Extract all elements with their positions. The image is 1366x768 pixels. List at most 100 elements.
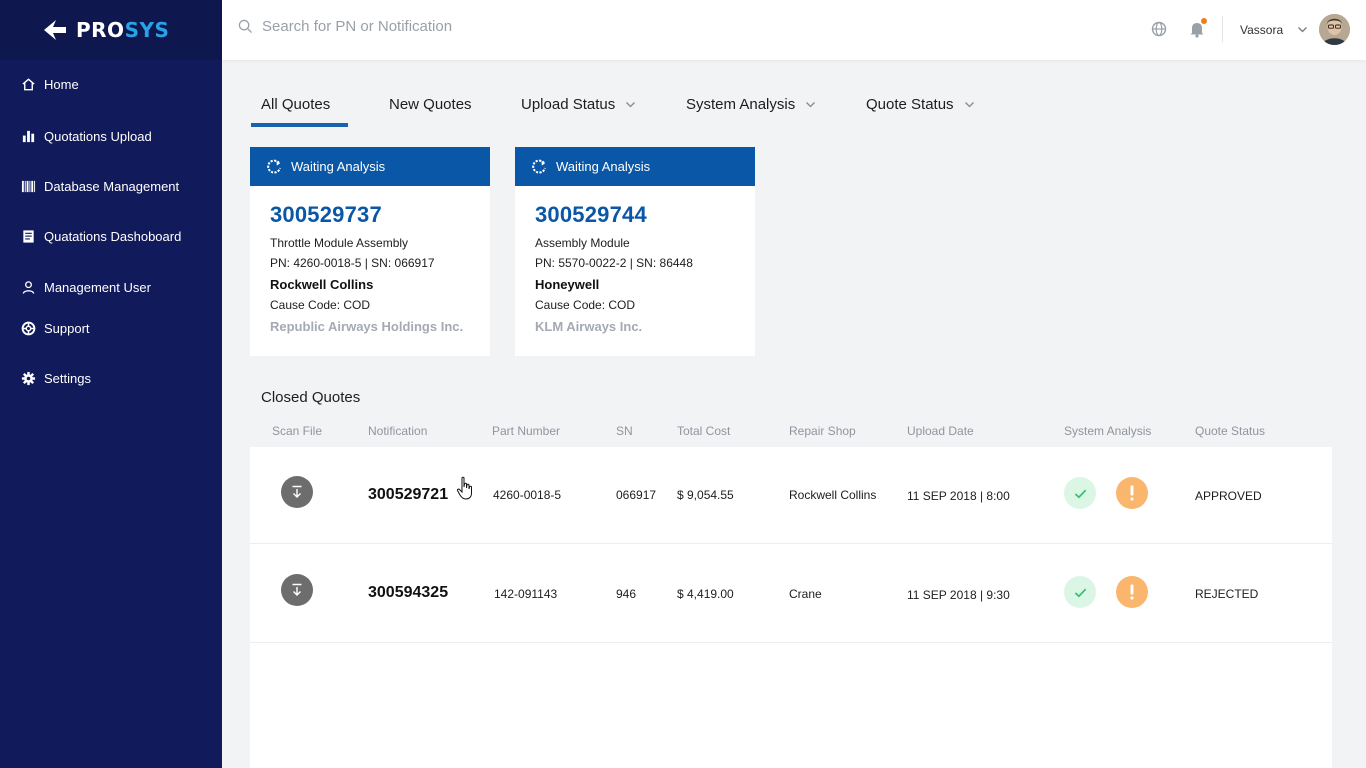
globe-icon[interactable] bbox=[1151, 21, 1167, 37]
card-notification-number[interactable]: 300529737 bbox=[270, 202, 490, 230]
user-name[interactable]: Vassora bbox=[1240, 23, 1283, 37]
check-icon bbox=[1074, 588, 1086, 597]
sidebar-item-database-management[interactable]: Database Management bbox=[0, 170, 222, 202]
sidebar-item-label: Database Management bbox=[44, 178, 180, 194]
tab-label: System Analysis bbox=[686, 96, 796, 113]
bar-chart-icon bbox=[20, 128, 36, 144]
download-icon bbox=[292, 485, 302, 498]
row-upload-date: 11 SEP 2018 | 9:30 bbox=[907, 588, 1010, 602]
row-sn: 946 bbox=[616, 587, 637, 601]
document-icon bbox=[20, 228, 36, 244]
card-notification-number[interactable]: 300529744 bbox=[535, 202, 755, 230]
sidebar-item-management-user[interactable]: Management User bbox=[0, 271, 222, 303]
column-header-notification: Notification bbox=[368, 424, 428, 438]
exclamation-icon bbox=[1130, 485, 1134, 501]
analysis-ok-badge[interactable] bbox=[1064, 576, 1096, 608]
chevron-down-icon bbox=[626, 102, 636, 108]
divider bbox=[1222, 16, 1223, 42]
card-pn-sn: PN: 5570-0022-2 | SN: 86448 bbox=[535, 256, 693, 270]
chevron-down-icon bbox=[806, 102, 816, 108]
sidebar: PROSYS Home Quotations Upload Database M… bbox=[0, 0, 222, 768]
sidebar-item-settings[interactable]: Settings bbox=[0, 362, 222, 394]
row-notification[interactable]: 300594325 bbox=[368, 584, 448, 602]
card-status-header: Waiting Analysis bbox=[515, 147, 755, 186]
refresh-icon bbox=[267, 159, 281, 174]
card-status: Waiting Analysis bbox=[291, 159, 386, 174]
download-icon bbox=[292, 583, 302, 596]
quote-card[interactable]: Waiting Analysis 300529737 Throttle Modu… bbox=[250, 147, 490, 356]
check-icon bbox=[1074, 489, 1086, 498]
row-quote-status: REJECTED bbox=[1195, 587, 1259, 601]
sidebar-item-quotations-upload[interactable]: Quotations Upload bbox=[0, 120, 222, 152]
row-total-cost: $ 4,419.00 bbox=[677, 587, 734, 601]
tab-label: Upload Status bbox=[521, 96, 616, 113]
row-quote-status: APPROVED bbox=[1195, 489, 1262, 503]
brand-logo[interactable]: PROSYS bbox=[0, 0, 222, 60]
sidebar-item-support[interactable]: Support bbox=[0, 312, 222, 344]
sidebar-item-home[interactable]: Home bbox=[0, 68, 222, 100]
column-header-quote-status: Quote Status bbox=[1195, 424, 1266, 438]
row-total-cost: $ 9,054.55 bbox=[677, 488, 734, 502]
lifebuoy-icon bbox=[20, 320, 36, 336]
tab-quote-status[interactable]: Quote Status bbox=[866, 96, 975, 113]
card-pn-sn: PN: 4260-0018-5 | SN: 066917 bbox=[270, 256, 435, 270]
card-repair-shop: Honeywell bbox=[535, 277, 600, 292]
analysis-warning-badge[interactable] bbox=[1116, 477, 1148, 509]
tab-system-analysis[interactable]: System Analysis bbox=[686, 96, 816, 113]
tab-label: New Quotes bbox=[389, 96, 472, 113]
card-description: Assembly Module bbox=[535, 236, 630, 250]
refresh-icon bbox=[532, 159, 546, 174]
top-bar: Vassora bbox=[222, 0, 1366, 60]
row-upload-date: 11 SEP 2018 | 8:00 bbox=[907, 489, 1010, 503]
search-input[interactable] bbox=[262, 18, 682, 35]
row-part-number: 4260-0018-5 bbox=[493, 488, 562, 502]
row-sn: 066917 bbox=[616, 488, 657, 502]
column-header-total-cost: Total Cost bbox=[677, 424, 731, 438]
arrow-logo-icon bbox=[44, 20, 66, 40]
quote-card[interactable]: Waiting Analysis 300529744 Assembly Modu… bbox=[515, 147, 755, 356]
user-icon bbox=[20, 279, 36, 295]
card-repair-shop: Rockwell Collins bbox=[270, 277, 374, 292]
tab-label: Quote Status bbox=[866, 96, 954, 113]
card-cause-code: Cause Code: COD bbox=[535, 298, 636, 312]
tab-label: All Quotes bbox=[261, 96, 331, 113]
card-description: Throttle Module Assembly bbox=[270, 236, 409, 250]
sidebar-item-label: Quotations Upload bbox=[44, 128, 152, 144]
column-header-scan-file: Scan File bbox=[272, 424, 323, 438]
barcode-icon bbox=[20, 178, 36, 194]
card-status: Waiting Analysis bbox=[556, 159, 651, 174]
analysis-ok-badge[interactable] bbox=[1064, 477, 1096, 509]
download-scan-button[interactable] bbox=[281, 476, 313, 508]
tab-new-quotes[interactable]: New Quotes bbox=[389, 96, 472, 113]
exclamation-icon bbox=[1130, 584, 1134, 600]
card-customer: Republic Airways Holdings Inc. bbox=[270, 319, 464, 334]
sidebar-item-label: Management User bbox=[44, 279, 151, 295]
avatar[interactable] bbox=[1319, 14, 1350, 45]
brand-name: PROSYS bbox=[76, 18, 170, 42]
row-divider bbox=[250, 642, 1332, 643]
notification-dot bbox=[1201, 18, 1207, 24]
analysis-warning-badge[interactable] bbox=[1116, 576, 1148, 608]
column-header-upload-date: Upload Date bbox=[907, 424, 974, 438]
sidebar-item-label: Support bbox=[44, 320, 90, 336]
card-customer: KLM Airways Inc. bbox=[535, 319, 643, 334]
chevron-down-icon[interactable] bbox=[1297, 24, 1308, 35]
card-status-header: Waiting Analysis bbox=[250, 147, 490, 186]
hand-cursor-icon bbox=[456, 476, 472, 500]
tab-upload-status[interactable]: Upload Status bbox=[521, 96, 636, 113]
column-header-sn: SN bbox=[616, 424, 633, 438]
tab-all-quotes[interactable]: All Quotes bbox=[261, 96, 330, 113]
home-icon bbox=[20, 76, 36, 92]
search-icon bbox=[238, 19, 253, 34]
card-cause-code: Cause Code: COD bbox=[270, 298, 371, 312]
sidebar-item-quotations-dashboard[interactable]: Quatations Dashoboard bbox=[0, 220, 222, 252]
row-repair-shop: Crane bbox=[789, 587, 822, 601]
download-scan-button[interactable] bbox=[281, 574, 313, 606]
row-repair-shop: Rockwell Collins bbox=[789, 488, 877, 502]
gear-icon bbox=[20, 370, 36, 386]
chevron-down-icon bbox=[964, 102, 974, 108]
column-header-repair-shop: Repair Shop bbox=[789, 424, 856, 438]
active-tab-indicator bbox=[251, 123, 348, 127]
search-bar bbox=[238, 18, 682, 35]
row-notification[interactable]: 300529721 bbox=[368, 486, 448, 504]
